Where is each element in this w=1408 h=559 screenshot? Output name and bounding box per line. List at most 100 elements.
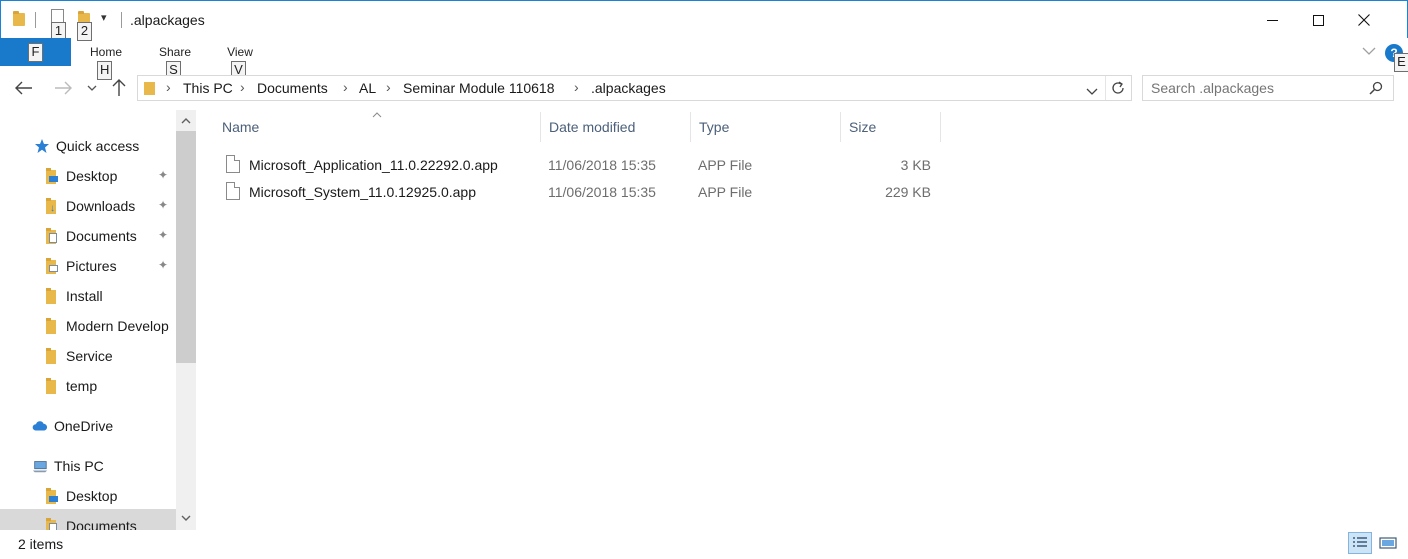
folder-icon xyxy=(13,11,25,26)
search-icon[interactable] xyxy=(1369,81,1383,95)
divider xyxy=(35,12,36,28)
quick-access-dropdown-icon[interactable]: ▾ xyxy=(101,11,107,24)
scroll-up-button[interactable] xyxy=(176,111,196,131)
keytip-file: F xyxy=(28,43,43,62)
sidebar-item-downloads[interactable]: ↓ Downloads xyxy=(44,191,176,221)
table-row[interactable]: Microsoft_System_11.0.12925.0.app 11/06/… xyxy=(222,179,942,205)
search-input[interactable] xyxy=(1151,79,1361,97)
pictures-folder-icon xyxy=(44,258,60,274)
sidebar-item-pictures[interactable]: Pictures xyxy=(44,251,176,281)
sidebar-item-label: Pictures xyxy=(66,258,117,274)
column-header-size[interactable]: Size xyxy=(841,112,941,142)
arrow-left-icon xyxy=(15,81,32,95)
expand-ribbon-icon[interactable] xyxy=(1362,47,1376,56)
column-header-name[interactable]: Name xyxy=(214,112,541,142)
address-dropdown-button[interactable] xyxy=(1086,83,1098,99)
sidebar-item-label: Downloads xyxy=(66,198,136,214)
cloud-icon xyxy=(32,421,48,431)
sidebar-item-service[interactable]: Service xyxy=(44,341,176,371)
sidebar-item-label: This PC xyxy=(54,458,104,474)
back-button[interactable] xyxy=(13,77,35,99)
arrow-up-icon xyxy=(112,79,126,96)
window-title: .alpackages xyxy=(130,12,205,28)
pin-icon[interactable]: ✦ xyxy=(158,228,168,242)
downloads-folder-icon: ↓ xyxy=(44,198,60,214)
sidebar-item-modern-develop[interactable]: Modern Develop xyxy=(44,311,176,341)
desktop-folder-icon xyxy=(44,488,60,504)
details-view-button[interactable] xyxy=(1348,532,1372,554)
folder-icon xyxy=(44,288,60,304)
sidebar-item-this-pc[interactable]: This PC xyxy=(32,451,104,481)
breadcrumb-alpackages[interactable]: .alpackages xyxy=(591,80,666,96)
file-icon xyxy=(226,182,240,200)
breadcrumb-seminar-module[interactable]: Seminar Module 110618 xyxy=(403,80,555,96)
computer-icon xyxy=(32,461,48,473)
pin-icon[interactable]: ✦ xyxy=(158,198,168,212)
table-row[interactable]: Microsoft_Application_11.0.22292.0.app 1… xyxy=(222,152,942,178)
tab-view[interactable]: View xyxy=(222,45,258,59)
large-icons-view-button[interactable] xyxy=(1376,532,1400,554)
navigation-pane: Quick access Desktop ✦ ↓ Downloads ✦ Doc… xyxy=(0,110,196,530)
scrollbar-thumb[interactable] xyxy=(176,131,196,363)
breadcrumb-separator: › xyxy=(240,79,245,95)
pin-icon[interactable]: ✦ xyxy=(158,168,168,182)
folder-icon xyxy=(44,318,60,334)
close-icon xyxy=(1358,14,1370,26)
file-size: 3 KB xyxy=(900,157,931,173)
sidebar-item-label: Documents xyxy=(66,518,137,530)
star-icon xyxy=(35,139,49,153)
close-button[interactable] xyxy=(1341,1,1387,39)
sidebar-item-desktop[interactable]: Desktop xyxy=(44,161,176,191)
file-size: 229 KB xyxy=(885,184,931,200)
file-tab[interactable]: F xyxy=(0,38,71,66)
file-date: 11/06/2018 15:35 xyxy=(548,157,656,173)
minimize-icon xyxy=(1266,19,1278,21)
sidebar-item-temp[interactable]: temp xyxy=(44,371,176,401)
desktop-folder-icon xyxy=(44,168,60,184)
minimize-button[interactable] xyxy=(1249,1,1295,39)
tab-home[interactable]: Home xyxy=(86,45,126,59)
sidebar-item-label: temp xyxy=(66,378,98,394)
column-header-type[interactable]: Type xyxy=(691,112,841,142)
address-bar[interactable]: › This PC › Documents › AL › Seminar Mod… xyxy=(137,75,1132,101)
refresh-button[interactable] xyxy=(1110,80,1126,99)
scroll-down-button[interactable] xyxy=(176,508,196,528)
item-count: 2 items xyxy=(18,536,64,552)
sidebar-item-this-pc-desktop[interactable]: Desktop xyxy=(44,481,176,511)
status-bar: 2 items xyxy=(0,530,1408,559)
sidebar-item-quick-access[interactable]: Quick access xyxy=(34,131,139,161)
recent-locations-button[interactable] xyxy=(84,77,100,99)
column-header-date-modified[interactable]: Date modified xyxy=(541,112,691,142)
arrow-right-icon xyxy=(55,81,72,95)
sidebar-item-documents[interactable]: Documents xyxy=(44,221,176,251)
title-bar: 1 2 ▾ .alpackages xyxy=(0,0,1408,41)
sidebar-item-this-pc-documents[interactable]: Documents xyxy=(44,511,176,530)
sidebar-item-onedrive[interactable]: OneDrive xyxy=(32,411,113,441)
breadcrumb-separator: › xyxy=(166,79,171,95)
details-view-icon xyxy=(1353,537,1367,547)
file-type: APP File xyxy=(698,184,753,200)
refresh-icon xyxy=(1112,81,1124,94)
breadcrumb-al[interactable]: AL xyxy=(359,80,376,96)
pin-icon[interactable]: ✦ xyxy=(158,258,168,272)
tab-share[interactable]: Share xyxy=(155,45,195,59)
sidebar-item-label: Modern Develop xyxy=(66,318,169,334)
large-icons-view-icon xyxy=(1379,537,1397,549)
sidebar-item-label: Quick access xyxy=(56,138,140,154)
keytip-expand: E xyxy=(1394,53,1408,72)
chevron-down-icon xyxy=(87,85,97,91)
forward-button[interactable] xyxy=(52,77,74,99)
maximize-icon xyxy=(1312,14,1324,26)
folder-icon xyxy=(144,82,155,95)
up-button[interactable] xyxy=(108,77,130,99)
search-box[interactable] xyxy=(1142,75,1394,101)
documents-folder-icon xyxy=(44,228,60,244)
breadcrumb-documents[interactable]: Documents xyxy=(257,80,328,96)
maximize-button[interactable] xyxy=(1295,1,1341,39)
file-name: Microsoft_Application_11.0.22292.0.app xyxy=(249,157,498,173)
chevron-up-icon xyxy=(181,118,191,124)
breadcrumb-separator: › xyxy=(574,79,579,95)
folder-icon xyxy=(44,378,60,394)
breadcrumb-this-pc[interactable]: This PC xyxy=(183,80,233,96)
sidebar-item-install[interactable]: Install xyxy=(44,281,176,311)
